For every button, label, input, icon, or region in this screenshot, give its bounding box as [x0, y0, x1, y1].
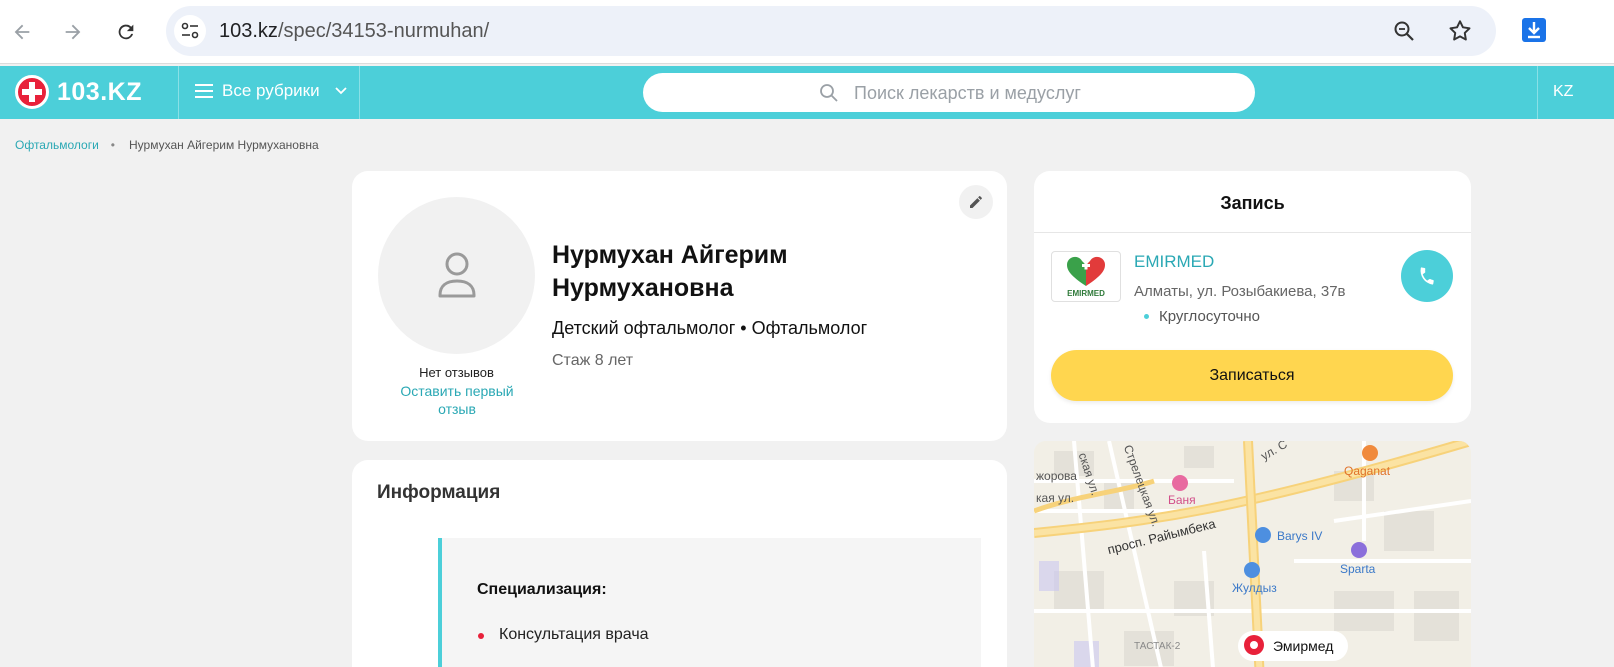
- map-marker-label: Эмирмед: [1273, 638, 1334, 654]
- map-poi-label: Qaganat: [1344, 464, 1391, 478]
- search-icon: [820, 84, 838, 102]
- user-placeholder-icon: [438, 252, 475, 297]
- breadcrumb-separator: •: [110, 138, 115, 152]
- site-header: 103.KZ Все рубрики Поиск лекарств и меду…: [0, 66, 1614, 119]
- breadcrumb: Офтальмологи • Нурмухан Айгерим Нурмухан…: [15, 138, 319, 152]
- rubrics-label: Все рубрики: [222, 81, 320, 100]
- header-divider: [359, 66, 360, 119]
- heart-logo-icon: [1066, 256, 1106, 286]
- doctor-specialties: Детский офтальмолог • Офтальмолог: [552, 318, 868, 338]
- map-poi-label: Barys IV: [1277, 529, 1323, 543]
- map-district-label: ТАСТАК-2: [1134, 641, 1181, 652]
- site-logo[interactable]: 103.KZ: [15, 75, 142, 109]
- specialization-title: Специализация:: [477, 581, 607, 598]
- clinic-hours-label: Круглосуточно: [1159, 308, 1260, 325]
- reload-icon: [118, 24, 134, 40]
- reload-button[interactable]: [111, 17, 141, 47]
- menu-icon: [195, 84, 213, 98]
- clinic-hours: Круглосуточно: [1144, 308, 1260, 325]
- doctor-profile-card: Нет отзывов Оставить первый отзыв Нурмух…: [352, 171, 1007, 441]
- map-poi-label: Sparta: [1340, 562, 1376, 576]
- chevron-down-icon: [334, 87, 347, 95]
- header-divider: [1537, 66, 1538, 119]
- booking-title: Запись: [1220, 193, 1285, 213]
- search-input[interactable]: Поиск лекарств и медуслуг: [643, 73, 1255, 112]
- back-button[interactable]: [7, 17, 37, 47]
- arrow-left-icon: [14, 24, 30, 40]
- header-divider: [178, 66, 179, 119]
- all-rubrics-menu[interactable]: Все рубрики: [195, 81, 348, 101]
- url-text: 103.kz/spec/34153-nurmuhan/: [219, 20, 489, 43]
- doctor-name: Нурмухан Айгерим Нурмухановна: [552, 241, 788, 302]
- status-dot: [1144, 314, 1149, 319]
- url-path: /spec/34153-nurmuhan/: [277, 20, 490, 42]
- tune-icon: [181, 22, 199, 39]
- no-reviews-label: Нет отзывов: [419, 365, 494, 380]
- search-placeholder: Поиск лекарств и медуслуг: [854, 83, 1081, 103]
- call-button[interactable]: [1401, 250, 1453, 302]
- specialization-box: Специализация: Консультация врача: [438, 538, 981, 667]
- avatar: [378, 197, 535, 354]
- site-info-button[interactable]: [174, 15, 206, 47]
- map-canvas: [1034, 441, 1471, 667]
- clinic-map[interactable]: жорова кая ул. ская ул. Стрелецкая ул. п…: [1034, 441, 1471, 667]
- map-poi-label: Баня: [1168, 493, 1196, 507]
- book-appointment-button[interactable]: Записаться: [1051, 350, 1453, 401]
- breadcrumb-current: Нурмухан Айгерим Нурмухановна: [129, 138, 319, 152]
- doctor-experience: Стаж 8 лет: [552, 352, 634, 369]
- bookmark-star-icon[interactable]: [1447, 18, 1473, 44]
- clinic-address: Алматы, ул. Розыбакиева, 37в: [1134, 283, 1346, 300]
- specialization-list: Консультация врача: [477, 626, 649, 644]
- language-switch[interactable]: KZ: [1553, 83, 1573, 101]
- map-street-label: жорова: [1036, 469, 1077, 483]
- browser-toolbar: 103.kz/spec/34153-nurmuhan/: [0, 0, 1614, 64]
- information-card: Информация Специализация: Консультация в…: [352, 460, 1007, 667]
- edit-button[interactable]: [959, 185, 993, 219]
- zoom-icon[interactable]: [1392, 19, 1416, 43]
- url-host: 103.kz: [219, 20, 278, 42]
- list-item: Консультация врача: [477, 626, 649, 644]
- booking-card: Запись EMIRMED EMIRMED Алматы, ул. Розыб…: [1034, 171, 1471, 423]
- address-bar[interactable]: 103.kz/spec/34153-nurmuhan/: [166, 6, 1496, 56]
- breadcrumb-parent-link[interactable]: Офтальмологи: [15, 138, 99, 152]
- clinic-logo-text: EMIRMED: [1067, 288, 1105, 298]
- clinic-logo[interactable]: EMIRMED: [1051, 251, 1121, 302]
- download-icon[interactable]: [1520, 16, 1548, 44]
- logo-text: 103.KZ: [57, 77, 142, 106]
- map-poi-label: Жулдыз: [1232, 581, 1277, 595]
- map-street-label: кая ул.: [1036, 491, 1075, 505]
- pencil-icon: [970, 196, 982, 208]
- arrow-right-icon: [65, 24, 81, 40]
- leave-review-link[interactable]: Оставить первый отзыв: [392, 382, 522, 418]
- divider: [1034, 232, 1471, 233]
- clinic-name-link[interactable]: EMIRMED: [1134, 252, 1214, 272]
- information-title: Информация: [377, 482, 501, 503]
- phone-icon: [1420, 267, 1434, 285]
- forward-button[interactable]: [58, 17, 88, 47]
- red-cross-icon: [15, 75, 49, 109]
